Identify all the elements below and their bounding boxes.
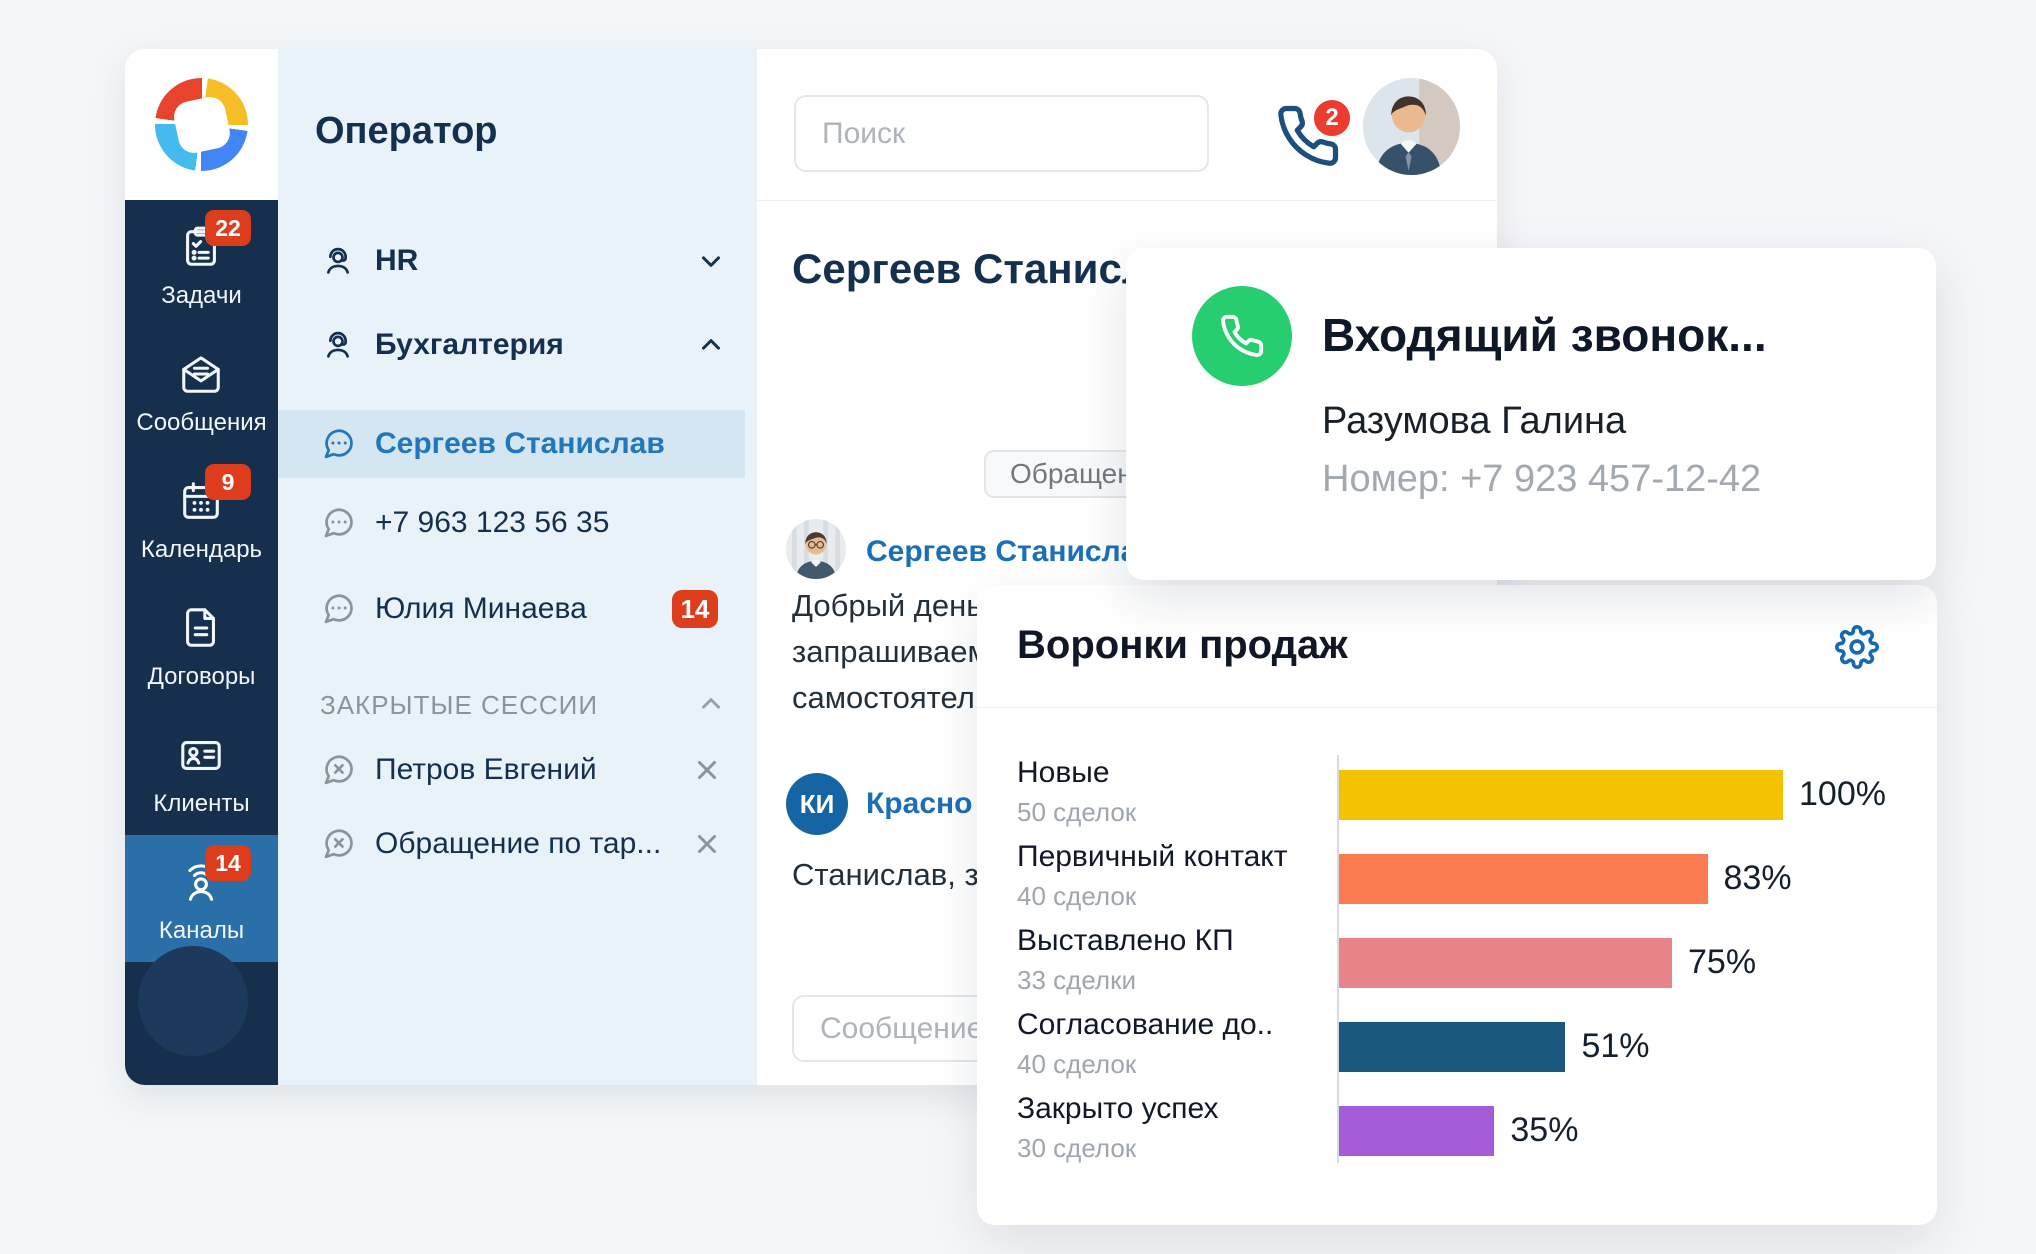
funnel-stage-label: Новые xyxy=(1017,756,1110,792)
left-nav-rail: 22 Задачи Сообщения xyxy=(125,49,278,1085)
group-row-hr[interactable]: HR xyxy=(278,233,757,289)
funnel-bar xyxy=(1339,770,1783,820)
operator-panel: Оператор HR Бу xyxy=(278,49,757,1085)
session-label: Обращение по тар... xyxy=(375,827,661,861)
message-text-line: запрашиваем xyxy=(792,634,989,670)
chat-bubble-closed-icon xyxy=(320,752,356,788)
funnel-bar xyxy=(1339,1106,1494,1156)
document-icon xyxy=(178,605,224,651)
sidebar-item-calendar[interactable]: 9 Календарь xyxy=(125,454,278,581)
close-icon[interactable] xyxy=(692,829,722,859)
call-popup-title: Входящий звонок... xyxy=(1322,308,1767,362)
chevron-down-icon[interactable] xyxy=(696,246,726,276)
funnel-bar xyxy=(1339,1022,1565,1072)
funnel-percent-label: 100% xyxy=(1799,775,1886,815)
caller-name: Разумова Галина xyxy=(1322,400,1626,443)
session-label: Петров Евгений xyxy=(375,753,597,787)
session-row-sergeev[interactable]: Сергеев Станислав xyxy=(278,416,757,472)
calls-badge: 2 xyxy=(1311,97,1353,139)
app-logo-icon xyxy=(155,78,248,171)
funnel-bar xyxy=(1339,938,1672,988)
funnel-stage-label: Выставлено КП xyxy=(1017,924,1234,960)
operator-icon xyxy=(320,327,356,363)
panel-title: Оператор xyxy=(315,110,498,153)
funnel-percent-label: 35% xyxy=(1510,1111,1578,1151)
closed-sessions-header: ЗАКРЫТЫЕ СЕССИИ xyxy=(320,690,598,721)
funnel-stage-label: Согласование до.. xyxy=(1017,1008,1273,1044)
caller-number: Номер: +7 923 457-12-42 xyxy=(1322,458,1761,501)
sidebar-item-contracts[interactable]: Договоры xyxy=(125,581,278,708)
funnel-bar xyxy=(1339,854,1708,904)
unread-badge: 14 xyxy=(672,590,718,628)
funnel-stage-count: 40 сделок xyxy=(1017,881,1136,911)
sidebar-item-label: Сообщения xyxy=(125,409,278,437)
sidebar-item-label: Календарь xyxy=(125,536,278,564)
rail-avatar-placeholder xyxy=(138,946,248,1056)
session-row-minaeva[interactable]: Юлия Минаева 14 xyxy=(278,581,757,637)
session-label: Сергеев Станислав xyxy=(375,427,665,461)
funnel-stage-count: 50 сделок xyxy=(1017,797,1136,827)
sidebar-item-channels[interactable]: 14 Каналы xyxy=(125,835,278,962)
header-divider xyxy=(757,200,1497,201)
gear-icon[interactable] xyxy=(1835,625,1879,669)
session-label: +7 963 123 56 35 xyxy=(375,506,609,540)
funnel-percent-label: 83% xyxy=(1724,859,1792,899)
message-text-line: Добрый день! xyxy=(792,588,991,624)
avatar-photo xyxy=(1363,78,1460,175)
closed-session-row-petrov[interactable]: Петров Евгений xyxy=(278,742,757,798)
group-row-accounting[interactable]: Бухгалтерия xyxy=(278,317,757,373)
operator-icon xyxy=(320,243,356,279)
group-label: HR xyxy=(375,244,418,278)
funnel-percent-label: 51% xyxy=(1581,1027,1649,1067)
sidebar-item-label: Договоры xyxy=(125,663,278,691)
chat-bubble-icon xyxy=(320,505,356,541)
chevron-up-icon[interactable] xyxy=(696,689,726,719)
message-text-line: самостоятель xyxy=(792,680,991,716)
sidebar-item-label: Каналы xyxy=(125,917,278,945)
message-author: Сергеев Станислав xyxy=(866,535,1156,569)
funnel-percent-label: 75% xyxy=(1688,943,1756,983)
screen: 22 Задачи Сообщения xyxy=(0,0,2036,1254)
group-label: Бухгалтерия xyxy=(375,328,564,362)
id-card-icon xyxy=(178,732,224,778)
chat-bubble-icon xyxy=(320,426,356,462)
closed-session-row-ticket[interactable]: Обращение по тар... xyxy=(278,816,757,872)
session-row-phone[interactable]: +7 963 123 56 35 xyxy=(278,495,757,551)
session-label: Юлия Минаева xyxy=(375,592,587,626)
funnel-title: Воронки продаж xyxy=(1017,623,1348,668)
chevron-up-icon[interactable] xyxy=(696,330,726,360)
sidebar-item-label: Клиенты xyxy=(125,790,278,818)
channels-badge: 14 xyxy=(205,845,251,881)
user-avatar[interactable] xyxy=(1363,78,1460,175)
message-author: Красно xyxy=(866,787,972,821)
sidebar-item-tasks[interactable]: 22 Задачи xyxy=(125,200,278,327)
incoming-call-popup[interactable]: Входящий звонок... Разумова Галина Номер… xyxy=(1126,248,1936,580)
close-icon[interactable] xyxy=(692,755,722,785)
sidebar-item-label: Задачи xyxy=(125,282,278,310)
search-input[interactable] xyxy=(794,95,1209,172)
call-accept-icon[interactable] xyxy=(1192,286,1292,386)
message-text-line: Станислав, зд xyxy=(792,857,996,893)
funnel-stage-count: 30 сделок xyxy=(1017,1133,1136,1163)
sales-funnel-card: Воронки продаж Новые Первичный контакт В… xyxy=(977,585,1937,1225)
funnel-stage-label: Закрыто успех xyxy=(1017,1092,1219,1128)
funnel-stage-count: 40 сделок xyxy=(1017,1049,1136,1079)
sidebar-item-clients[interactable]: Клиенты xyxy=(125,708,278,835)
message-avatar-initials: КИ xyxy=(786,773,848,835)
funnel-stage-count: 33 сделки xyxy=(1017,965,1136,995)
calendar-badge: 9 xyxy=(205,464,251,500)
messages-icon xyxy=(178,351,224,397)
message-avatar xyxy=(786,519,846,579)
funnel-stage-label: Первичный контакт xyxy=(1017,840,1287,876)
tasks-badge: 22 xyxy=(205,210,251,246)
logo-cell xyxy=(125,49,278,200)
chat-bubble-closed-icon xyxy=(320,826,356,862)
sidebar-item-messages[interactable]: Сообщения xyxy=(125,327,278,454)
funnel-divider xyxy=(977,707,1937,708)
chat-bubble-icon xyxy=(320,591,356,627)
